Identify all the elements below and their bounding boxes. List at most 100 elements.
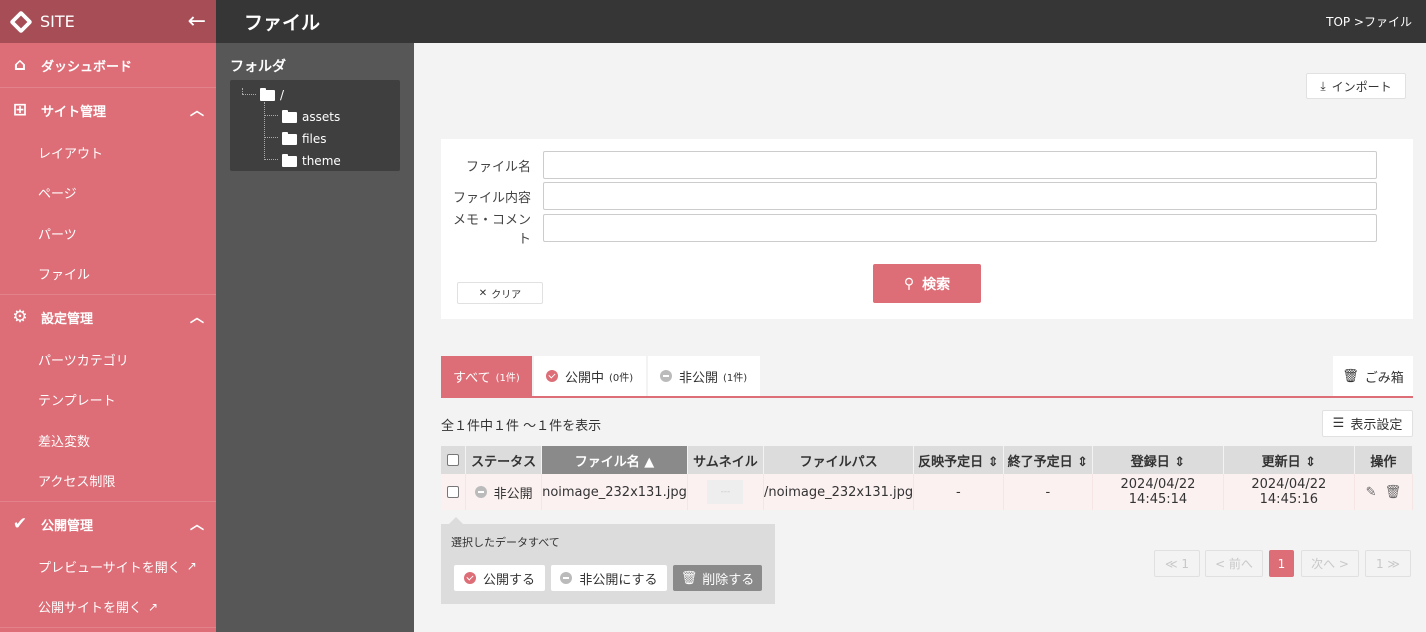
- tree-node-assets[interactable]: assets: [230, 106, 400, 128]
- path-cell: /noimage_232x131.jpg: [763, 474, 915, 510]
- sort-icon: ⇕: [1077, 454, 1089, 470]
- pager-last[interactable]: 1 ≫: [1365, 550, 1411, 577]
- collapse-arrow-icon[interactable]: ←: [188, 10, 206, 33]
- row-checkbox[interactable]: [447, 486, 460, 498]
- folder-icon: [260, 87, 275, 101]
- pager-first[interactable]: ≪ 1: [1154, 550, 1200, 577]
- top-bar: ファイル TOP >ファイル: [216, 0, 1426, 43]
- file-table: ステータス ファイル名 ▲ サムネイル ファイルパス 反映予定日 ⇕ 終了予定日…: [441, 446, 1414, 510]
- filename-cell[interactable]: noimage_232x131.jpg: [541, 474, 688, 510]
- thumbnail-cell: ---: [687, 474, 765, 510]
- tab-count: (0件): [609, 372, 634, 384]
- sort-icon: ⇕: [1305, 454, 1317, 470]
- tab-all[interactable]: すべて (1件): [441, 356, 532, 396]
- menu-head-site[interactable]: ⊞ サイト管理 ︿: [0, 88, 216, 132]
- bulk-publish-button[interactable]: 公開する: [454, 565, 545, 591]
- sidebar-item-file[interactable]: ファイル: [0, 254, 216, 295]
- tree-node-theme[interactable]: theme: [230, 150, 400, 172]
- item-label: アクセス制限: [38, 475, 116, 491]
- bulk-delete-button[interactable]: 🗑 削除する: [673, 565, 762, 591]
- content-label: ファイル内容: [452, 190, 531, 206]
- pager-current[interactable]: 1: [1269, 550, 1294, 577]
- header-thumbnail: サムネイル: [687, 446, 765, 474]
- tree-label: files: [302, 132, 327, 146]
- item-label: 差込変数: [38, 434, 91, 450]
- file-content-input[interactable]: [543, 182, 1377, 210]
- header-filename[interactable]: ファイル名 ▲: [541, 446, 688, 474]
- display-settings-button[interactable]: ☰ 表示設定: [1322, 410, 1413, 437]
- chevron-up-icon: ︿: [190, 103, 204, 119]
- sidebar-item-layout[interactable]: レイアウト: [0, 132, 216, 173]
- tab-count: (1件): [495, 372, 520, 384]
- table-row[interactable]: 非公開 noimage_232x131.jpg --- /noimage_232…: [441, 474, 1414, 510]
- bulk-unpublish-label: 非公開にする: [579, 572, 658, 588]
- gear-icon: ⚙: [12, 307, 28, 327]
- check-circle-icon: [546, 370, 558, 382]
- item-label: レイアウト: [38, 146, 104, 162]
- header-created[interactable]: 登録日 ⇕: [1092, 446, 1224, 474]
- filename-input[interactable]: [543, 151, 1377, 179]
- header-updated[interactable]: 更新日 ⇕: [1223, 446, 1355, 474]
- trash-icon[interactable]: 🗑: [1385, 485, 1402, 500]
- sidebar-item-parts[interactable]: パーツ: [0, 213, 216, 254]
- bulk-actions: 選択したデータすべて 公開する 非公開にする 🗑 削除する: [441, 517, 775, 604]
- filename-label: ファイル名: [465, 159, 531, 175]
- download-icon: ⤓: [1320, 78, 1326, 93]
- bulk-unpublish-button[interactable]: 非公開にする: [551, 565, 667, 591]
- close-icon: ✕: [478, 287, 488, 299]
- folder-icon: [282, 109, 297, 123]
- menu-head-settings[interactable]: ⚙ 設定管理 ︿: [0, 295, 216, 339]
- item-label: ファイル: [38, 268, 91, 284]
- brand-bar: SITE ←: [0, 0, 216, 43]
- trash-icon: 🗑: [680, 570, 698, 586]
- sort-asc-icon: ▲: [644, 454, 655, 470]
- header-publish-date[interactable]: 反映予定日 ⇕: [913, 446, 1004, 474]
- import-button[interactable]: ⤓ インポート: [1306, 73, 1406, 99]
- folder-icon: [282, 153, 297, 167]
- header-label: 登録日: [1130, 454, 1170, 470]
- tree-node-root[interactable]: /: [230, 84, 400, 106]
- folder-icon: [282, 131, 297, 145]
- sidebar-item-variables[interactable]: 差込変数: [0, 420, 216, 461]
- menu-head-publish[interactable]: ✔ 公開管理 ︿: [0, 502, 216, 546]
- sidebar-item-public[interactable]: 公開サイトを開く ↗: [0, 587, 216, 628]
- clear-button[interactable]: ✕ クリア: [457, 282, 543, 304]
- brand-name: SITE: [40, 12, 75, 31]
- folder-tree: / assets files theme: [230, 80, 400, 171]
- search-label: 検索: [922, 276, 951, 293]
- tab-private[interactable]: 非公開 (1件): [648, 356, 760, 396]
- main-content: ⤓ インポート ファイル名 ファイル内容 メモ・コメント ✕ クリア ⚲ 検索 すべて…: [414, 43, 1426, 632]
- bulk-label: 選択したデータすべて: [451, 536, 560, 549]
- pager-prev[interactable]: < 前へ: [1205, 550, 1263, 577]
- select-all-checkbox[interactable]: [447, 454, 460, 466]
- header-end-date[interactable]: 終了予定日 ⇕: [1003, 446, 1094, 474]
- sidebar-item-page[interactable]: ページ: [0, 173, 216, 214]
- edit-icon[interactable]: ✎: [1366, 485, 1377, 500]
- search-button[interactable]: ⚲ 検索: [873, 264, 981, 303]
- sidebar-item-preview[interactable]: プレビューサイトを開く ↗: [0, 546, 216, 587]
- breadcrumb[interactable]: TOP >ファイル: [1326, 13, 1412, 30]
- sidebar-item-access[interactable]: アクセス制限: [0, 461, 216, 502]
- tab-public[interactable]: 公開中 (0件): [534, 356, 646, 396]
- sidebar-item-template[interactable]: テンプレート: [0, 380, 216, 421]
- menu-dashboard[interactable]: ⌂ ダッシュボード: [0, 43, 216, 88]
- pager-next[interactable]: 次へ >: [1301, 550, 1359, 577]
- tree-node-files[interactable]: files: [230, 128, 400, 150]
- result-count: 全１件中１件 〜１件を表示: [441, 419, 602, 434]
- header-label: 更新日: [1261, 454, 1301, 470]
- trash-icon: 🗑: [1342, 368, 1359, 384]
- item-label: プレビューサイトを開く: [38, 560, 181, 576]
- sidebar-item-parts-category[interactable]: パーツカテゴリ: [0, 339, 216, 380]
- check-circle-icon: [463, 572, 476, 584]
- trash-label: ごみ箱: [1364, 370, 1404, 386]
- tree-label: /: [280, 88, 285, 102]
- item-label: ページ: [38, 187, 77, 203]
- memo-input[interactable]: [543, 214, 1377, 242]
- header-checkbox-cell: [441, 446, 467, 474]
- header-label: ファイル名: [574, 454, 640, 470]
- trash-button[interactable]: 🗑 ごみ箱: [1333, 356, 1413, 396]
- end-date-cell: -: [1003, 474, 1094, 510]
- minus-circle-icon: [560, 572, 573, 584]
- tree-label: theme: [302, 154, 341, 168]
- header-status[interactable]: ステータス: [465, 446, 543, 474]
